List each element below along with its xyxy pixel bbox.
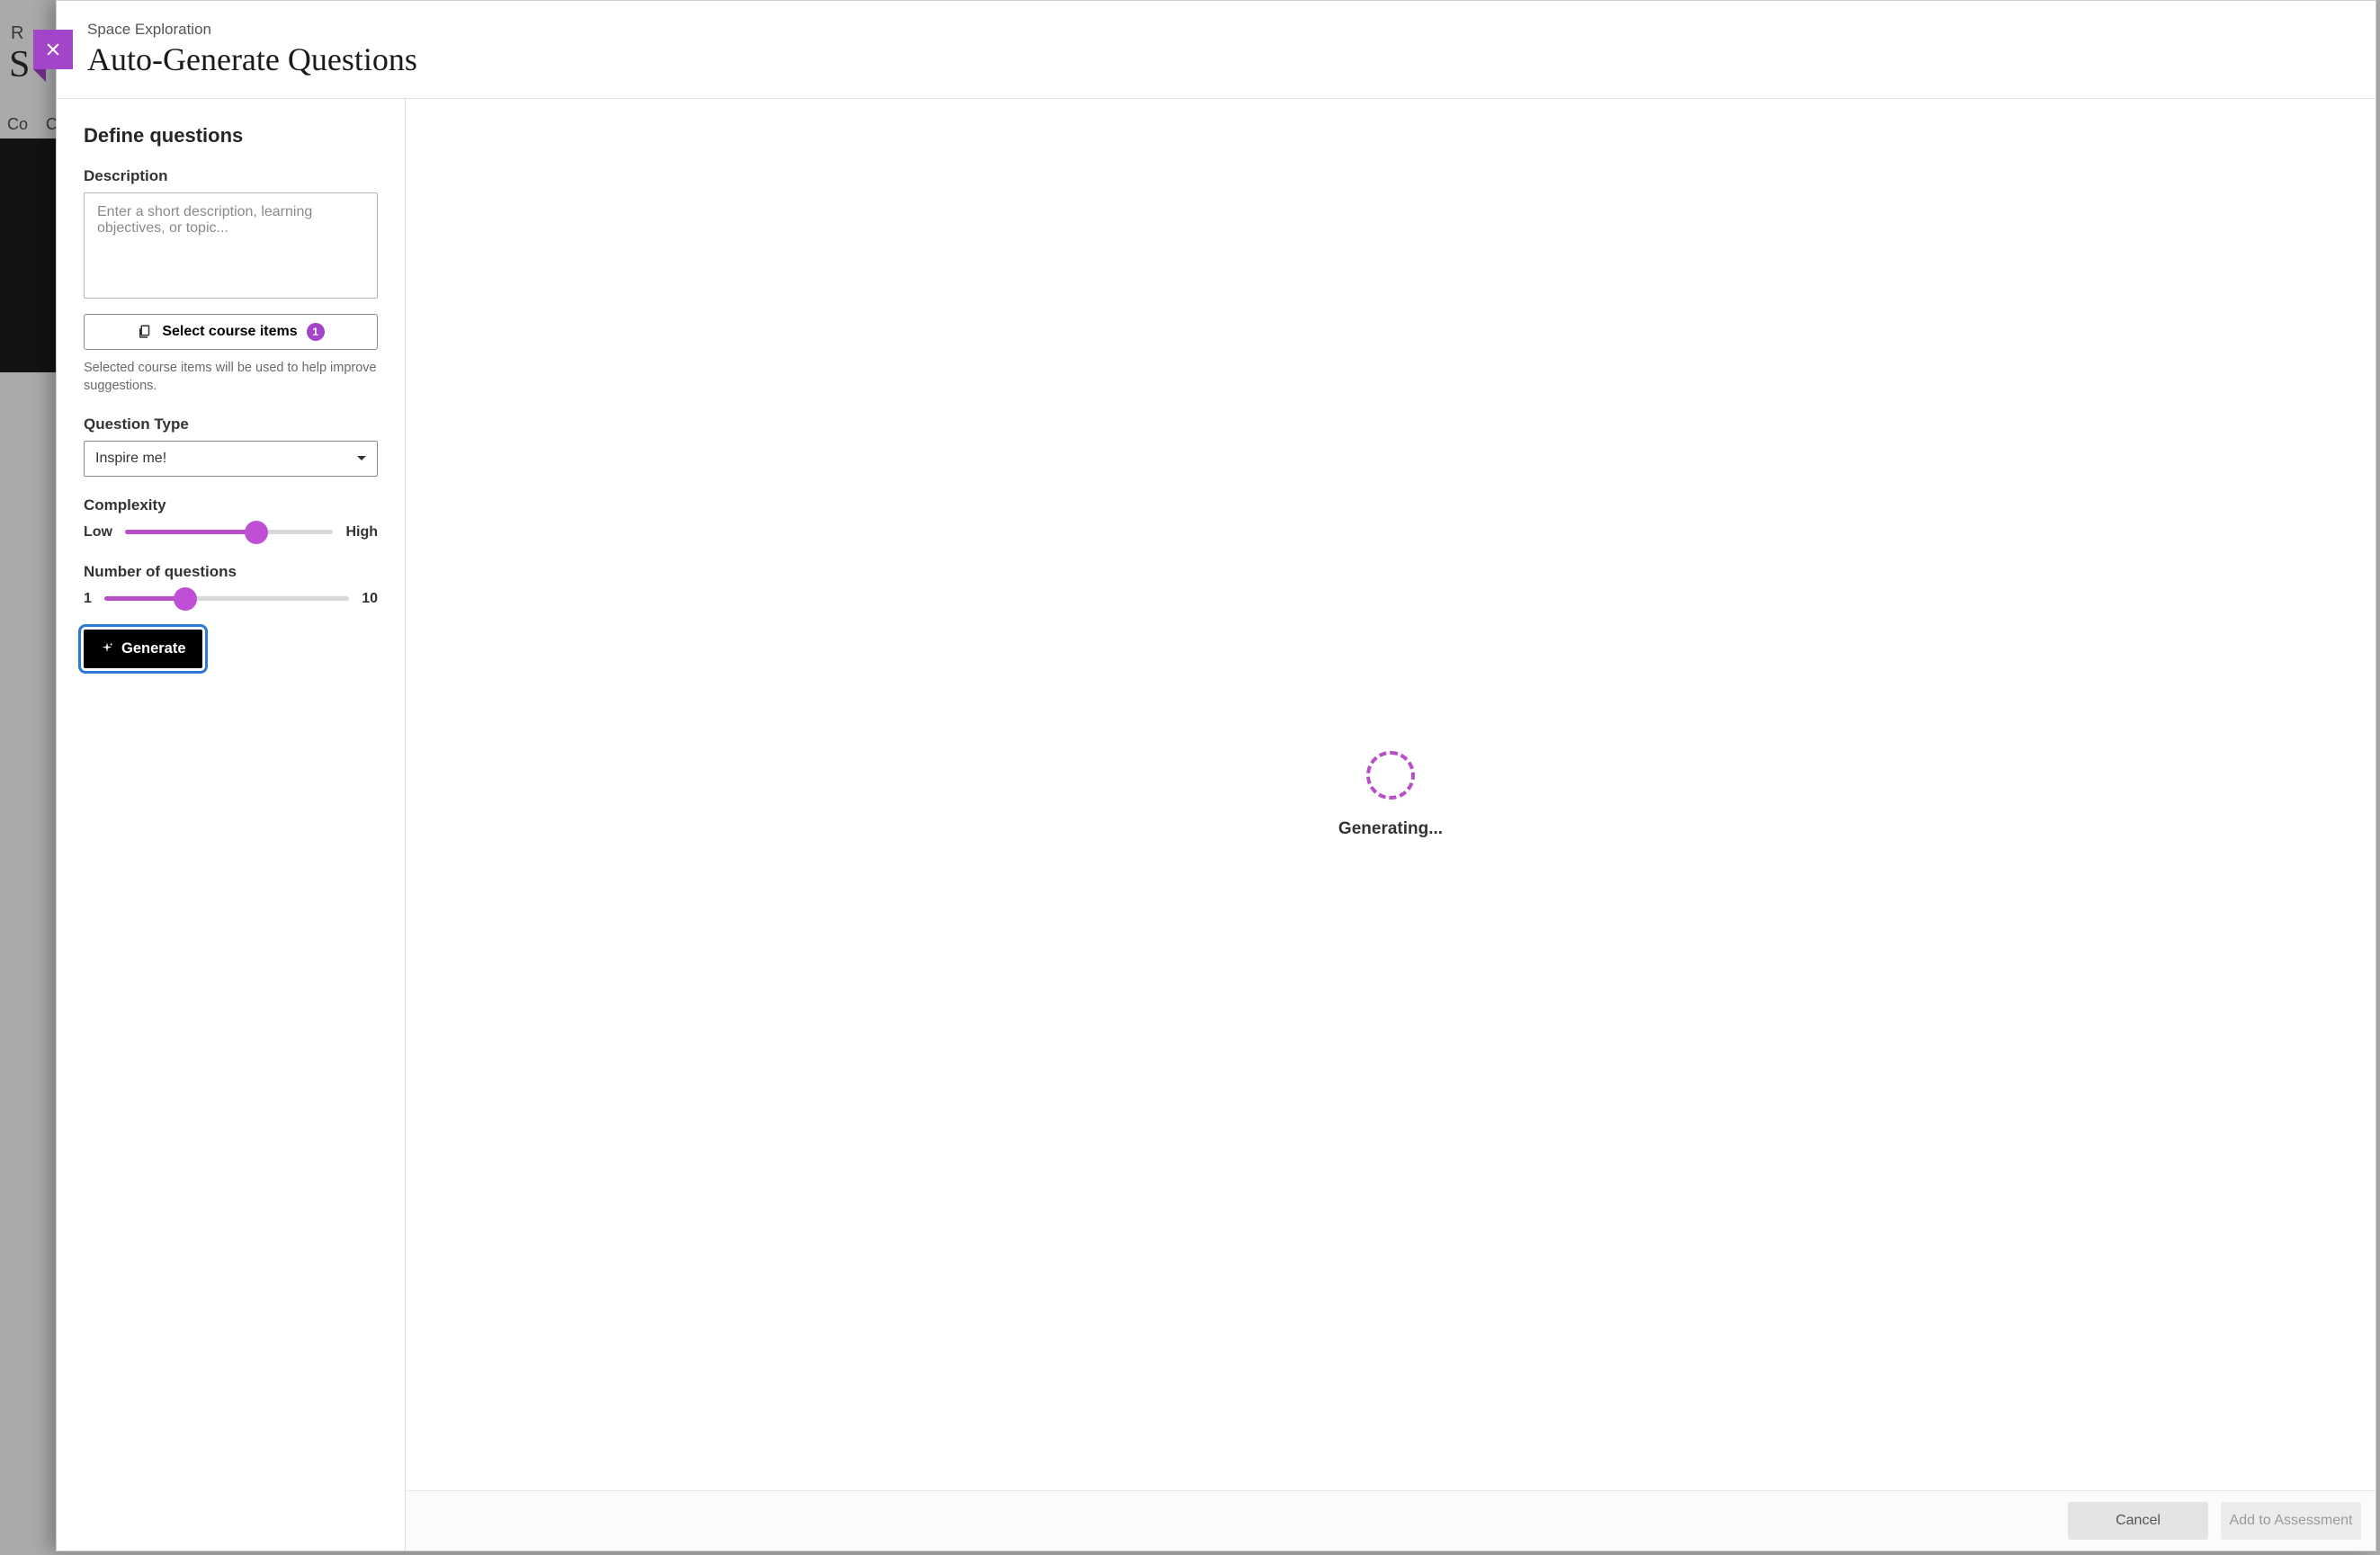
close-button[interactable] bbox=[33, 30, 73, 69]
documents-icon bbox=[137, 324, 153, 340]
select-course-items-label: Select course items bbox=[162, 324, 297, 340]
section-heading: Define questions bbox=[84, 124, 378, 147]
bg-breadcrumb: R bbox=[11, 23, 23, 44]
page-title: Auto-Generate Questions bbox=[87, 40, 2345, 78]
bg-dark-block bbox=[0, 139, 56, 372]
complexity-slider[interactable] bbox=[125, 522, 333, 543]
description-input[interactable] bbox=[84, 192, 378, 299]
num-questions-slider-row: 1 10 bbox=[84, 588, 378, 610]
complexity-fill bbox=[125, 530, 256, 534]
select-course-items-button[interactable]: Select course items 1 bbox=[84, 314, 378, 350]
num-questions-min: 1 bbox=[84, 591, 92, 607]
question-type-select[interactable]: Inspire me! bbox=[84, 441, 378, 477]
cancel-button[interactable]: Cancel bbox=[2068, 1502, 2208, 1540]
generating-text: Generating... bbox=[1338, 819, 1443, 839]
num-questions-slider[interactable] bbox=[104, 588, 349, 610]
breadcrumb: Space Exploration bbox=[87, 21, 2345, 39]
num-questions-label: Number of questions bbox=[84, 563, 378, 581]
complexity-thumb[interactable] bbox=[245, 521, 268, 544]
bg-tabs: Co C bbox=[7, 115, 58, 134]
generating-area: Generating... bbox=[406, 99, 2376, 1490]
question-type-value: Inspire me! bbox=[95, 451, 357, 467]
chevron-down-icon bbox=[357, 456, 366, 460]
generate-label: Generate bbox=[121, 640, 186, 657]
add-to-assessment-button[interactable]: Add to Assessment bbox=[2221, 1502, 2361, 1540]
complexity-slider-row: Low High bbox=[84, 522, 378, 543]
footer-bar: Cancel Add to Assessment bbox=[406, 1490, 2376, 1551]
panel-body: Define questions Description Select cour… bbox=[57, 99, 2376, 1551]
description-label: Description bbox=[84, 167, 378, 185]
modal-panel: Space Exploration Auto-Generate Question… bbox=[56, 0, 2376, 1551]
spinner-icon bbox=[1366, 751, 1415, 800]
left-column: Define questions Description Select cour… bbox=[57, 99, 406, 1551]
panel-header: Space Exploration Auto-Generate Question… bbox=[57, 1, 2376, 99]
generate-button[interactable]: Generate bbox=[84, 630, 202, 668]
question-type-label: Question Type bbox=[84, 416, 378, 433]
complexity-low-label: Low bbox=[84, 524, 112, 541]
complexity-high-label: High bbox=[345, 524, 378, 541]
num-questions-thumb[interactable] bbox=[174, 587, 197, 611]
right-column: Generating... Cancel Add to Assessment bbox=[406, 99, 2376, 1551]
close-icon bbox=[44, 40, 62, 58]
bg-tab-1: Co bbox=[7, 115, 28, 134]
sparkle-icon bbox=[100, 641, 114, 656]
bg-title: S bbox=[9, 43, 30, 86]
selected-count-badge: 1 bbox=[307, 323, 325, 341]
select-items-help: Selected course items will be used to he… bbox=[84, 359, 378, 396]
num-questions-max: 10 bbox=[362, 591, 378, 607]
complexity-label: Complexity bbox=[84, 496, 378, 514]
